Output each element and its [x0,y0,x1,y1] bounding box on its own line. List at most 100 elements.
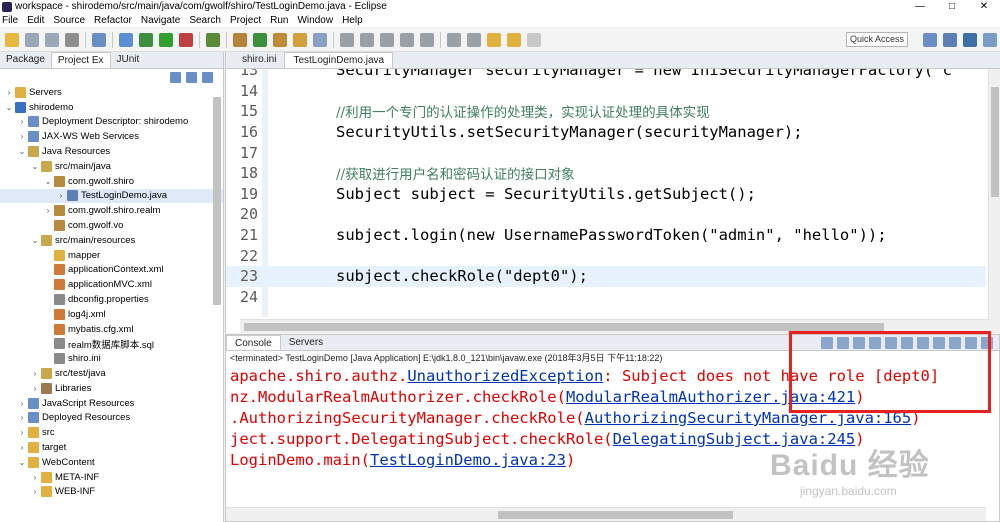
editor-scroll-thumb[interactable] [991,87,999,197]
expand-arrow-icon[interactable]: ⌄ [17,458,27,467]
expand-arrow-icon[interactable]: › [17,413,27,422]
code-line[interactable]: 21 subject.login(new UsernamePasswordToke… [226,225,986,246]
remove-launch-icon[interactable] [837,337,849,349]
menu-run[interactable]: Run [270,15,288,26]
code-line[interactable]: 13 SecurityManager securityManager = new … [226,69,986,81]
java-ee-perspective-icon[interactable] [943,33,957,47]
tree-item[interactable]: › target [0,440,223,455]
skip-breakpoints-icon[interactable] [119,32,133,47]
tree-item[interactable]: ⌄ src/main/java [0,159,223,174]
run-icon[interactable] [159,32,173,47]
open-type-icon[interactable] [273,32,287,47]
expand-arrow-icon[interactable]: › [43,206,53,215]
console-icon[interactable] [92,32,106,47]
maximize-icon[interactable] [981,337,993,349]
tab-testlogindemo[interactable]: TestLoginDemo.java [284,52,394,68]
quick-access-input[interactable]: Quick Access [846,32,908,47]
code-line[interactable]: 24 [226,287,986,308]
tree-item[interactable]: › src/test/java [0,366,223,381]
maximize-button[interactable]: □ [936,0,968,13]
open-task-icon[interactable] [293,32,307,47]
save-icon[interactable] [25,32,39,47]
tab-shiro-ini[interactable]: shiro.ini [234,52,284,68]
view-menu-icon[interactable] [202,71,213,83]
expand-arrow-icon[interactable]: › [17,443,27,452]
menu-edit[interactable]: Edit [27,15,44,26]
code-line[interactable]: 23 subject.checkRole("dept0"); [226,266,986,287]
expand-arrow-icon[interactable]: ⌄ [17,147,27,156]
code-line[interactable]: 16 SecurityUtils.setSecurityManager(secur… [226,122,986,143]
tree-item[interactable]: › META-INF [0,470,223,485]
editor-vertical-scrollbar[interactable] [988,69,1000,333]
word-wrap-icon[interactable] [901,337,913,349]
print-icon[interactable] [65,32,79,47]
debug-icon[interactable] [139,32,153,47]
editor-hscroll-thumb[interactable] [244,323,884,331]
tree-item[interactable]: ⌄ shirodemo [0,100,223,115]
forward-icon[interactable] [527,32,541,47]
stacktrace-link[interactable]: UnauthorizedException [407,367,603,385]
menu-window[interactable]: Window [297,15,333,26]
tree-item[interactable]: ⌄ src/main/resources [0,233,223,248]
expand-arrow-icon[interactable]: › [17,117,27,126]
expand-arrow-icon[interactable]: ⌄ [43,177,53,186]
code-line[interactable]: 14 [226,81,986,102]
pin-console-icon[interactable] [917,337,929,349]
editor-horizontal-scrollbar[interactable] [240,319,989,333]
tree-item[interactable]: mapper [0,248,223,263]
expand-arrow-icon[interactable]: › [17,399,27,408]
minimize-button[interactable]: — [904,0,936,13]
code-line[interactable]: 22 [226,245,986,266]
next-annotation-icon[interactable] [447,32,461,47]
java-perspective-icon[interactable] [963,33,977,47]
tree-item[interactable]: ⌄ com.gwolf.shiro [0,174,223,189]
back-icon[interactable] [507,32,521,47]
new-server-icon[interactable] [206,32,220,47]
expand-arrow-icon[interactable]: › [17,132,27,141]
external-tools-icon[interactable] [179,32,193,47]
menu-project[interactable]: Project [230,15,261,26]
expand-arrow-icon[interactable]: ⌄ [4,103,14,112]
expand-arrow-icon[interactable]: › [17,428,27,437]
expand-arrow-icon[interactable]: › [30,487,40,496]
tab-servers[interactable]: Servers [281,335,331,350]
menu-help[interactable]: Help [342,15,363,26]
expand-arrow-icon[interactable]: › [56,191,66,200]
tree-item[interactable]: applicationMVC.xml [0,277,223,292]
code-line[interactable]: 19 Subject subject = SecurityUtils.getSub… [226,184,986,205]
menu-navigate[interactable]: Navigate [141,15,180,26]
remove-all-icon[interactable] [853,337,865,349]
link-editor-icon[interactable] [186,71,197,83]
tree-item[interactable]: › Deployed Resources [0,411,223,426]
menu-file[interactable]: File [2,15,18,26]
show-whitespace-icon[interactable] [360,32,374,47]
stacktrace-link[interactable]: TestLoginDemo.java:23 [370,451,566,469]
new-icon[interactable] [5,32,19,47]
minimize-icon[interactable] [965,337,977,349]
tree-item[interactable]: shiro.ini [0,351,223,366]
tree-item[interactable]: › JavaScript Resources [0,396,223,411]
tree-item[interactable]: applicationContext.xml [0,263,223,278]
collapse-all-icon[interactable] [170,71,181,83]
code-line[interactable]: 18 //获取进行用户名和密码认证的接口对象 [226,163,986,184]
tree-item[interactable]: › Deployment Descriptor: shirodemo [0,115,223,130]
tree-item[interactable]: › Libraries [0,381,223,396]
expand-arrow-icon[interactable]: ⌄ [30,162,40,171]
new-class-icon[interactable] [253,32,267,47]
expand-arrow-icon[interactable]: › [4,88,14,97]
tree-item[interactable]: › TestLoginDemo.java [0,188,223,204]
tree-item[interactable]: dbconfig.properties [0,292,223,307]
tree-item[interactable]: ⌄ Java Resources [0,144,223,159]
open-console-icon[interactable] [949,337,961,349]
expand-arrow-icon[interactable]: › [30,369,40,378]
code-area[interactable]: 13 SecurityManager securityManager = new … [226,69,986,317]
tree-item[interactable]: realm数据库脚本.sql [0,337,223,352]
close-button[interactable]: ✕ [968,0,1000,13]
clear-console-icon[interactable] [869,337,881,349]
new-package-icon[interactable] [233,32,247,47]
expand-arrow-icon[interactable]: › [30,384,40,393]
display-console-icon[interactable] [933,337,945,349]
tab-project-explorer[interactable]: Project Ex [50,52,111,68]
explorer-scrollbar[interactable] [213,97,221,305]
code-line[interactable]: 17 [226,142,986,163]
